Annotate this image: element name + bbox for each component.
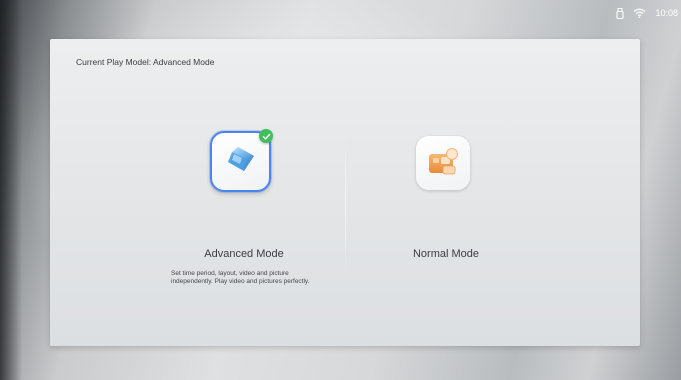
normal-mode-icon bbox=[426, 146, 460, 181]
advanced-mode-icon bbox=[224, 144, 258, 179]
advanced-mode-label: Advanced Mode bbox=[204, 248, 284, 260]
usb-icon bbox=[616, 7, 625, 19]
clock: 10:08 bbox=[655, 8, 678, 18]
panel-title: Current Play Model: Advanced Mode bbox=[76, 57, 215, 67]
normal-mode-option[interactable]: Normal Mode bbox=[346, 129, 546, 269]
wifi-icon bbox=[633, 8, 646, 18]
normal-mode-tile[interactable] bbox=[416, 136, 470, 190]
selected-check-icon bbox=[259, 129, 273, 143]
normal-mode-label: Normal Mode bbox=[412, 248, 480, 260]
screen-edge-shadow bbox=[0, 0, 22, 380]
advanced-mode-option[interactable]: Advanced Mode Set time period, layout, v… bbox=[144, 129, 344, 285]
advanced-mode-description: Set time period, layout, video and pictu… bbox=[171, 270, 310, 285]
status-bar: 10:08 bbox=[616, 5, 678, 21]
play-mode-panel: Current Play Model: Advanced Mode Advanc… bbox=[50, 39, 640, 346]
